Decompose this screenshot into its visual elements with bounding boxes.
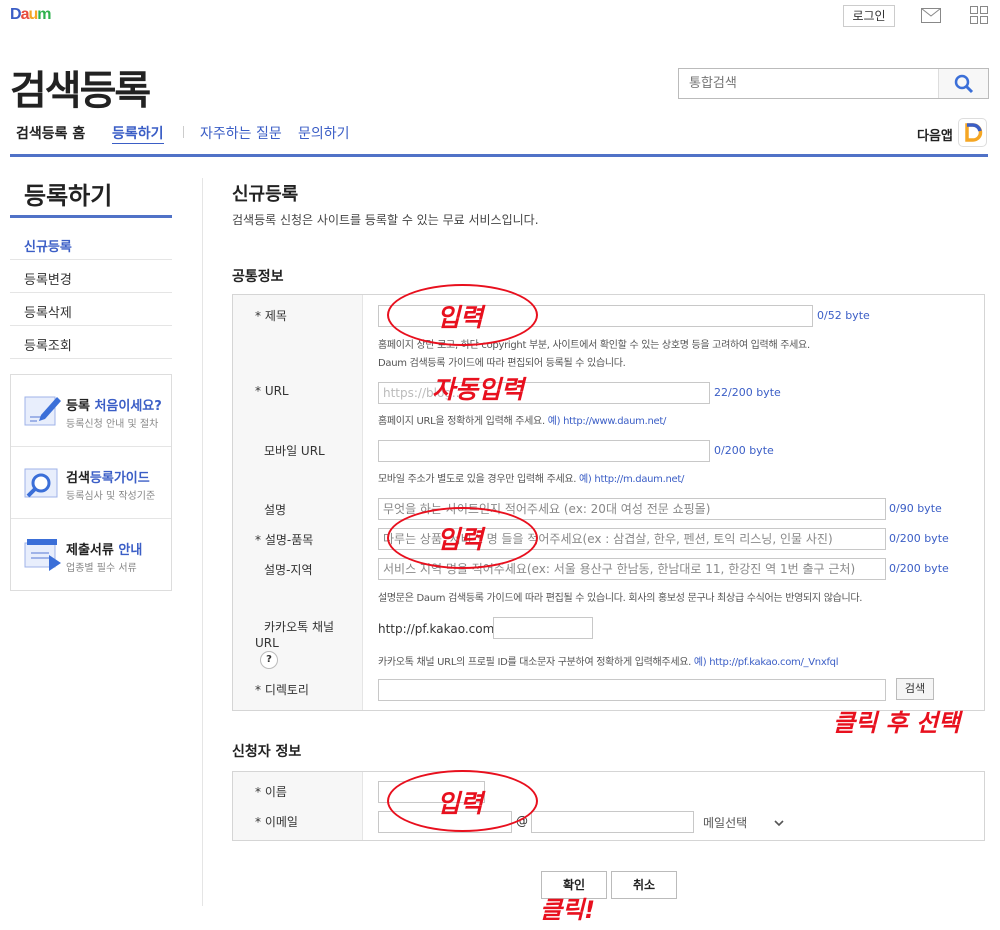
sidebar-promo-box: 등록 처음이세요? 등록신청 안내 및 절차 검색등록가이드 등록심사 및 작성… [10, 374, 172, 591]
divider [10, 358, 172, 359]
applicant-info-form: * 이름 * 이메일 @ 메일선택 [232, 771, 985, 841]
name-label: * 이름 [255, 785, 287, 799]
nav-separator [183, 126, 184, 138]
mobile-url-input[interactable] [378, 440, 710, 462]
daum-app-icon[interactable] [958, 118, 987, 147]
applicant-info-heading: 신청자 정보 [232, 744, 302, 760]
kakao-id-input[interactable] [493, 617, 593, 639]
email-domain-input[interactable] [531, 811, 694, 833]
content-divider [202, 178, 203, 906]
kakao-example-link[interactable]: 예) http://pf.kakao.com/_Vnxfql [694, 657, 839, 668]
common-info-form: * 제목 0/52 byte 홈페이지 상단 로고, 하단 copyright … [232, 294, 985, 711]
kakao-help-button[interactable]: ? [260, 651, 278, 669]
promo-documents[interactable]: 제출서류 안내 업종별 필수 서류 [11, 519, 171, 591]
annotation-click: 클릭! [540, 896, 596, 924]
description-item-label: * 설명-품목 [255, 533, 314, 547]
url-label: * URL [255, 384, 289, 398]
kakao-url-prefix: http://pf.kakao.com/ [378, 622, 499, 636]
annotation-input-description: 입력 [437, 525, 484, 554]
header-divider [10, 154, 988, 157]
documents-icon [24, 539, 61, 571]
nav-inquiry[interactable]: 문의하기 [298, 123, 350, 143]
directory-input[interactable] [378, 679, 886, 701]
kakao-label: 카카오톡 채널 [264, 620, 335, 634]
chevron-down-icon[interactable] [773, 817, 785, 829]
nav-register[interactable]: 등록하기 [112, 123, 164, 144]
promo-subtitle: 업종별 필수 서류 [66, 563, 137, 574]
common-info-heading: 공통정보 [232, 269, 284, 285]
annotation-click-select: 클릭 후 선택 [833, 709, 961, 737]
apps-grid-icon[interactable] [970, 6, 988, 24]
page-title: 검색등록 [10, 68, 151, 114]
email-label: * 이메일 [255, 815, 298, 829]
divider [10, 292, 172, 293]
promo-title: 제출서류 안내 [66, 543, 143, 558]
daum-logo[interactable]: Daum [10, 6, 52, 24]
description-region-label: 설명-지역 [264, 563, 313, 577]
title-byte-count: 0/52 byte [817, 309, 870, 322]
promo-title: 검색등록가이드 [66, 471, 150, 486]
promo-title: 등록 처음이세요? [66, 399, 162, 414]
section-subtitle: 검색등록 신청은 사이트를 등록할 수 있는 무료 서비스입니다. [232, 213, 539, 227]
nav-faq[interactable]: 자주하는 질문 [200, 123, 282, 143]
nav-home[interactable]: 검색등록 홈 [16, 123, 85, 143]
search-button[interactable] [938, 69, 988, 98]
magnifier-doc-icon [24, 468, 58, 498]
mobile-url-help-text: 모바일 주소가 별도로 있을 경우만 입력해 주세요. 예) http://m.… [378, 474, 685, 485]
url-input[interactable]: https://blog... [378, 382, 710, 404]
annotation-input-title: 입력 [437, 303, 484, 332]
description-item-byte-count: 0/200 byte [889, 532, 949, 545]
directory-search-button[interactable]: 검색 [896, 678, 934, 700]
url-byte-count: 22/200 byte [714, 386, 781, 399]
promo-subtitle: 등록심사 및 작성기준 [66, 491, 156, 502]
cancel-button[interactable]: 취소 [611, 871, 677, 899]
label-column [233, 772, 363, 840]
sidebar-item-new[interactable]: 신규등록 [24, 236, 72, 255]
promo-subtitle: 등록신청 안내 및 절차 [66, 419, 159, 430]
directory-label: * 디렉토리 [255, 683, 309, 697]
label-column [233, 295, 363, 710]
mail-icon[interactable] [921, 8, 941, 23]
url-example-link[interactable]: 예) http://www.daum.net/ [548, 416, 667, 427]
sidebar-item-lookup[interactable]: 등록조회 [24, 335, 72, 354]
search-icon [954, 74, 974, 94]
section-title: 신규등록 [232, 184, 299, 205]
daum-app-link[interactable]: 다음앱 [917, 125, 953, 144]
sidebar-title: 등록하기 [24, 182, 113, 210]
search-box [678, 68, 989, 99]
mobile-url-example-link[interactable]: 예) http://m.daum.net/ [579, 474, 684, 485]
pencil-doc-icon [24, 396, 61, 426]
login-button[interactable]: 로그인 [843, 5, 895, 27]
title-label: * 제목 [255, 309, 287, 323]
sidebar-title-underline [10, 215, 172, 218]
title-help-text-2: Daum 검색등록 가이드에 따라 편집되어 등록될 수 있습니다. [378, 358, 626, 369]
description-label: 설명 [264, 503, 287, 517]
annotation-input-applicant: 입력 [437, 789, 484, 818]
url-help-text: 홈페이지 URL을 정확하게 입력해 주세요. 예) http://www.da… [378, 416, 667, 427]
sidebar-item-change[interactable]: 등록변경 [24, 269, 72, 288]
sidebar-item-delete[interactable]: 등록삭제 [24, 302, 72, 321]
search-input[interactable] [679, 69, 939, 98]
description-byte-count: 0/90 byte [889, 502, 942, 515]
description-help-text: 설명문은 Daum 검색등록 가이드에 따라 편집될 수 있습니다. 회사의 홍… [378, 593, 863, 604]
promo-first-time[interactable]: 등록 처음이세요? 등록신청 안내 및 절차 [11, 375, 171, 447]
divider [10, 259, 172, 260]
email-domain-select[interactable]: 메일선택 [703, 814, 747, 831]
annotation-auto-input: 자동입력 [432, 375, 525, 404]
kakao-help-text: 카카오톡 채널 URL의 프로필 ID를 대소문자 구분하여 정확하게 입력해주… [378, 657, 839, 668]
divider [10, 325, 172, 326]
kakao-label-url: URL [255, 636, 279, 650]
promo-guide[interactable]: 검색등록가이드 등록심사 및 작성기준 [11, 447, 171, 519]
description-region-byte-count: 0/200 byte [889, 562, 949, 575]
mobile-url-byte-count: 0/200 byte [714, 444, 774, 457]
daum-app-logo-icon [965, 123, 983, 142]
mobile-url-label: 모바일 URL [264, 444, 325, 458]
